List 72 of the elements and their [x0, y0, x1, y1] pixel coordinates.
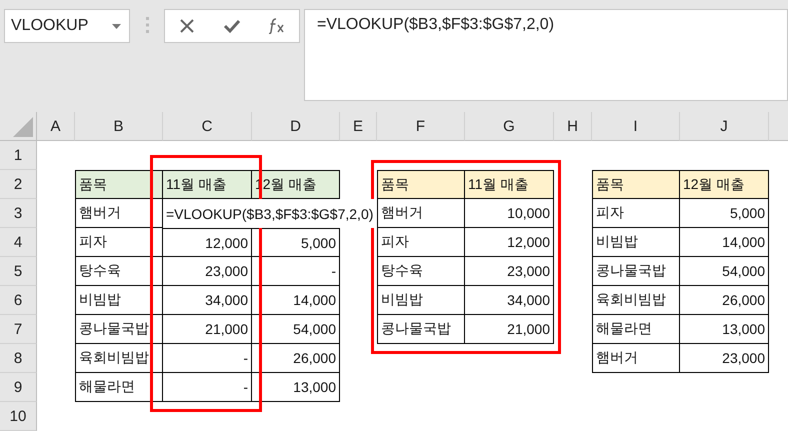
column-header[interactable]: C: [163, 112, 252, 141]
header-cell: 11월 매출: [465, 170, 554, 199]
table-cell: 콩나물국밥: [377, 315, 465, 344]
row-header[interactable]: 10: [0, 402, 37, 431]
table-cell: 콩나물국밥: [75, 315, 163, 344]
name-box[interactable]: VLOOKUP: [4, 9, 130, 43]
table-cell: -: [163, 373, 252, 402]
row-header[interactable]: 5: [0, 257, 37, 286]
table-cell: 26,000: [680, 286, 769, 315]
table-cell: 탕수육: [377, 257, 465, 286]
header-cell: 12월 매출: [680, 170, 769, 199]
grip-icon: [146, 17, 149, 33]
header-cell: 11월 매출: [163, 170, 252, 199]
column-header[interactable]: D: [252, 112, 340, 141]
row-header[interactable]: 1: [0, 141, 37, 170]
table-cell: 12,000: [163, 228, 252, 257]
table-cell: -: [252, 257, 340, 286]
row-header[interactable]: 2: [0, 170, 37, 199]
table-cell: 육회비빔밥: [75, 344, 163, 373]
table-cell: 탕수육: [75, 257, 163, 286]
table-cell: 콩나물국밥: [592, 257, 680, 286]
table-cell: 피자: [592, 199, 680, 228]
table-cell: 해물라면: [75, 373, 163, 402]
table-cell: 54,000: [680, 257, 769, 286]
table-cell: 21,000: [465, 315, 554, 344]
table-cell: -: [163, 344, 252, 373]
table-cell: 23,000: [163, 257, 252, 286]
table-cell: 21,000: [163, 315, 252, 344]
column-header[interactable]: H: [554, 112, 592, 141]
column-header[interactable]: B: [75, 112, 163, 141]
table-cell: 5,000: [680, 199, 769, 228]
column-header[interactable]: G: [465, 112, 554, 141]
header-cell: 품목: [75, 170, 163, 199]
row-header[interactable]: 9: [0, 373, 37, 402]
column-header[interactable]: F: [377, 112, 465, 141]
table-cell: 햄버거: [592, 344, 680, 373]
table-cell: 13,000: [252, 373, 340, 402]
column-header[interactable]: I: [592, 112, 680, 141]
row-header[interactable]: 4: [0, 228, 37, 257]
table-cell: 54,000: [252, 315, 340, 344]
row-header[interactable]: 8: [0, 344, 37, 373]
corner-triangle-icon: [13, 117, 33, 137]
column-header[interactable]: A: [37, 112, 75, 141]
table-cell: 10,000: [465, 199, 554, 228]
table-cell: 비빔밥: [592, 228, 680, 257]
header-cell: 품목: [592, 170, 680, 199]
table-cell: 12,000: [465, 228, 554, 257]
table-cell: 5,000: [252, 228, 340, 257]
formula-field[interactable]: =VLOOKUP($B3,$F$3:$G$7,2,0): [304, 9, 788, 101]
table-cell: 해물라면: [592, 315, 680, 344]
row-header[interactable]: 3: [0, 199, 37, 228]
table-cell: 13,000: [680, 315, 769, 344]
table-cell: 26,000: [252, 344, 340, 373]
table-cell: 피자: [75, 228, 163, 257]
table-cell: 14,000: [252, 286, 340, 315]
table-cell: 23,000: [680, 344, 769, 373]
table-cell: 햄버거: [75, 199, 163, 228]
table-cell: 비빔밥: [377, 286, 465, 315]
column-header[interactable]: E: [340, 112, 377, 141]
header-cell: 품목: [377, 170, 465, 199]
table-cell: 육회비빔밥: [592, 286, 680, 315]
row-header[interactable]: 7: [0, 315, 37, 344]
table-cell: 피자: [377, 228, 465, 257]
table-cell: 비빔밥: [75, 286, 163, 315]
dropdown-caret-icon[interactable]: [112, 24, 121, 28]
row-header[interactable]: 6: [0, 286, 37, 315]
table-cell: 햄버거: [377, 199, 465, 228]
table-cell: 34,000: [163, 286, 252, 315]
column-header[interactable]: J: [680, 112, 769, 141]
table-cell: 34,000: [465, 286, 554, 315]
table-cell: 23,000: [465, 257, 554, 286]
table-cell: 14,000: [680, 228, 769, 257]
